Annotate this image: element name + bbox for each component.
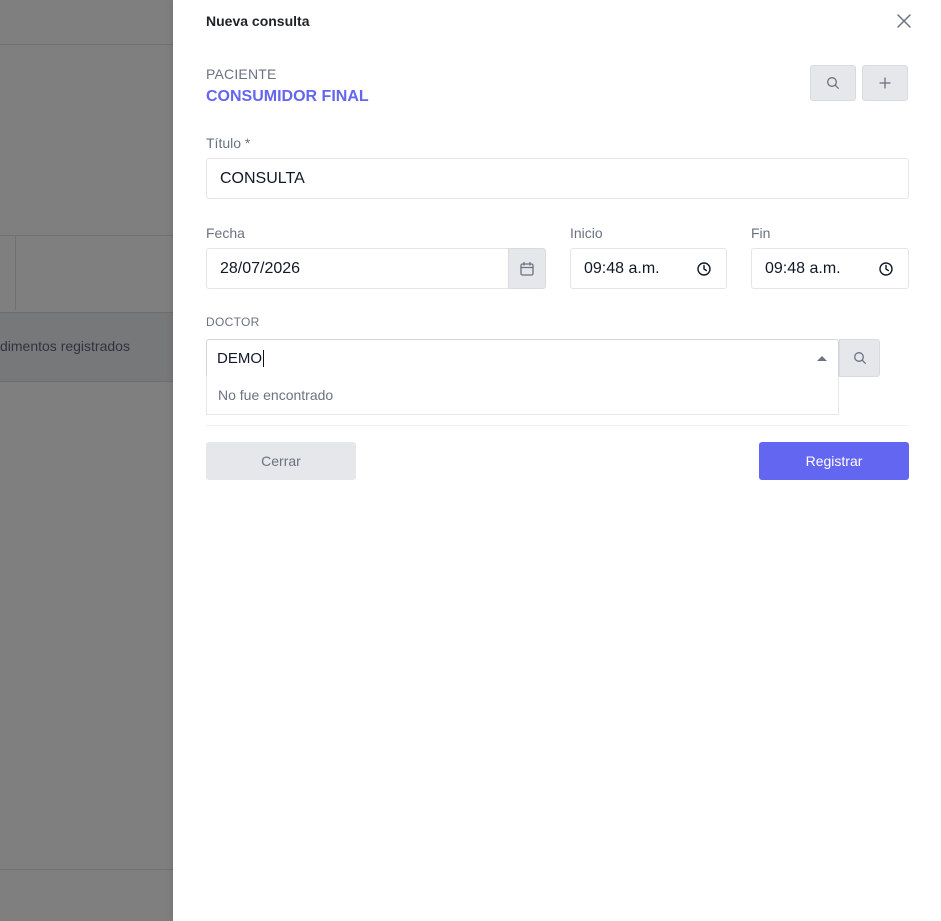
date-label: Fecha xyxy=(206,225,245,241)
form-divider xyxy=(206,425,909,426)
end-time-label: Fin xyxy=(751,225,771,241)
search-patient-button[interactable] xyxy=(810,65,856,101)
clock-icon[interactable] xyxy=(696,261,712,277)
doctor-input-value: DEMO xyxy=(217,349,262,367)
background-overlay: dimentos registrados xyxy=(0,0,173,921)
start-time-input[interactable]: 09:48 a.m. xyxy=(570,248,727,289)
end-time-input[interactable]: 09:48 a.m. xyxy=(751,248,909,289)
no-results-message: No fue encontrado xyxy=(218,387,334,403)
text-cursor xyxy=(263,349,264,367)
doctor-label: DOCTOR xyxy=(206,315,260,329)
search-doctor-button[interactable] xyxy=(839,339,880,377)
date-picker-button[interactable] xyxy=(508,248,546,289)
background-divider xyxy=(0,869,173,870)
title-input[interactable]: CONSULTA xyxy=(206,158,909,199)
patient-label: PACIENTE xyxy=(206,66,277,82)
doctor-select-input[interactable]: DEMO xyxy=(206,339,839,377)
start-time-value: 09:48 a.m. xyxy=(584,259,660,277)
background-column-divider xyxy=(15,236,16,310)
new-appointment-drawer: Nueva consulta PACIENTE CONSUMIDOR FINAL… xyxy=(173,0,941,921)
clock-icon[interactable] xyxy=(878,261,894,277)
date-input-value: 28/07/2026 xyxy=(220,259,301,277)
title-label: Título * xyxy=(206,135,251,151)
background-empty-message: dimentos registrados xyxy=(0,338,130,354)
drawer-title: Nueva consulta xyxy=(206,13,310,29)
end-time-value: 09:48 a.m. xyxy=(765,259,841,277)
plus-icon xyxy=(879,77,891,89)
date-input[interactable]: 28/07/2026 xyxy=(206,248,509,289)
background-divider xyxy=(0,44,173,45)
calendar-icon xyxy=(520,261,534,276)
register-button[interactable]: Registrar xyxy=(759,442,909,480)
background-divider xyxy=(0,235,173,236)
patient-name[interactable]: CONSUMIDOR FINAL xyxy=(206,88,369,106)
title-input-value: CONSULTA xyxy=(220,169,305,187)
search-icon xyxy=(827,77,839,89)
search-icon xyxy=(853,352,866,364)
doctor-dropdown-empty: No fue encontrado xyxy=(206,376,839,415)
caret-up-icon[interactable] xyxy=(817,356,827,361)
add-patient-button[interactable] xyxy=(862,65,908,101)
cancel-button[interactable]: Cerrar xyxy=(206,442,356,480)
close-icon[interactable] xyxy=(895,12,913,30)
start-time-label: Inicio xyxy=(570,225,603,241)
